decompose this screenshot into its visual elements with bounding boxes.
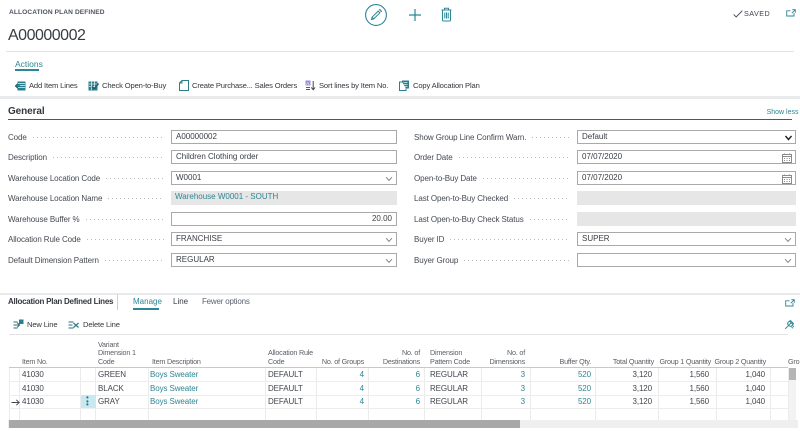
svg-text:A: A (306, 81, 309, 86)
